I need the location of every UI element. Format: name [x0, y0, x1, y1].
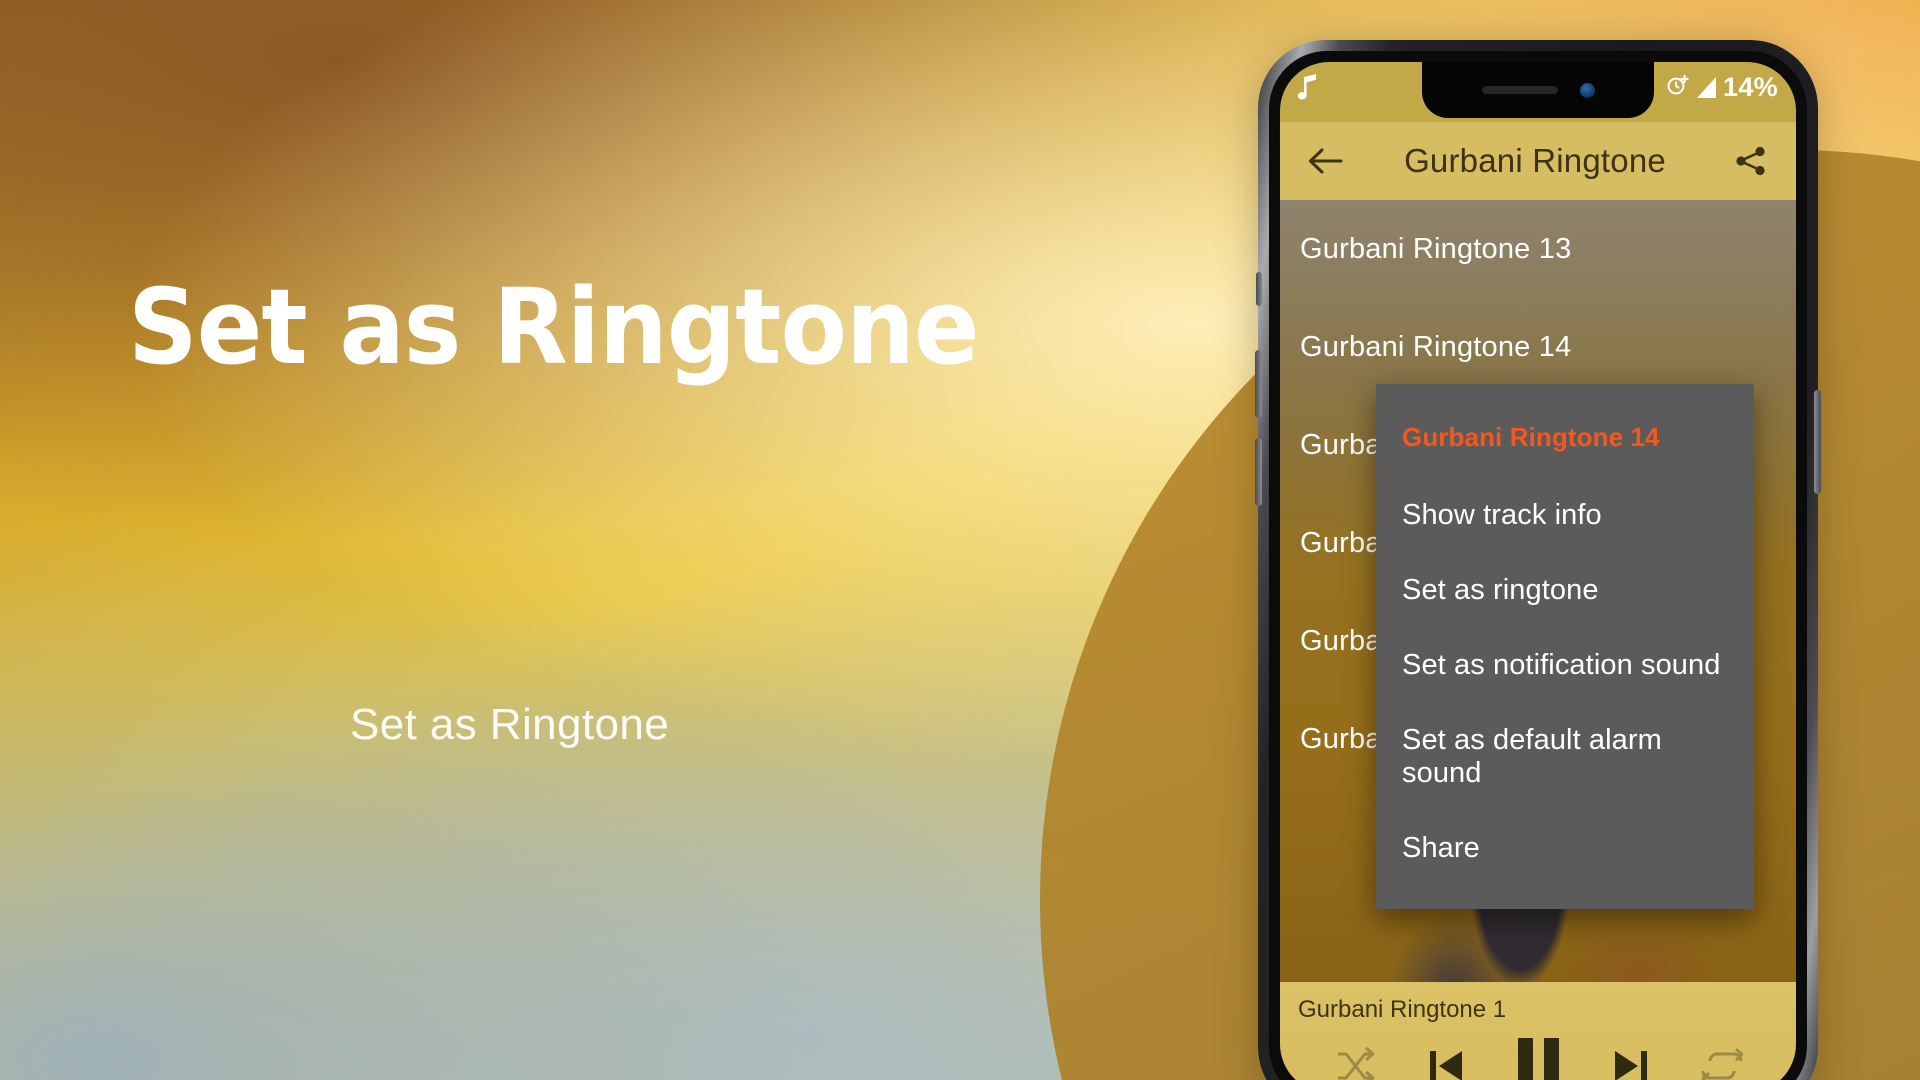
earpiece-speaker: [1481, 86, 1558, 94]
app-bar: Gurbani Ringtone: [1280, 122, 1796, 200]
front-camera: [1579, 82, 1595, 98]
phone-notch: [1422, 62, 1654, 118]
phone-screen: 14% Gurbani Ringtone Gurbani Ringtone 13…: [1280, 62, 1796, 1080]
phone-mockup: 14% Gurbani Ringtone Gurbani Ringtone 13…: [1255, 40, 1821, 1080]
shuffle-icon[interactable]: [1334, 1045, 1376, 1080]
volume-up-button[interactable]: [1255, 350, 1262, 418]
status-bar-right: 14%: [1666, 72, 1778, 103]
context-menu-item-set-as-notification-sound[interactable]: Set as notification sound: [1376, 629, 1754, 704]
promo-banner: Set as Ringtone Set as Ringtone 14% Gurb…: [0, 0, 1920, 1080]
context-menu-item-show-track-info[interactable]: Show track info: [1376, 479, 1754, 554]
skip-previous-icon[interactable]: [1424, 1043, 1470, 1080]
context-menu-title: Gurbani Ringtone 14: [1402, 422, 1660, 452]
track-list[interactable]: Gurbani Ringtone 13 Gurbani Ringtone 14 …: [1280, 200, 1796, 982]
context-menu-item-set-as-default-alarm-sound[interactable]: Set as default alarm sound: [1376, 704, 1754, 812]
battery-percentage: 14%: [1723, 72, 1778, 102]
volume-down-button[interactable]: [1255, 438, 1262, 506]
silent-switch[interactable]: [1256, 272, 1262, 306]
status-bar: 14%: [1280, 62, 1796, 122]
track-list-item[interactable]: Gurbani Ringtone 14: [1280, 298, 1796, 396]
share-icon[interactable]: [1728, 138, 1774, 184]
context-menu: Gurbani Ringtone 14 Show track info Set …: [1376, 384, 1754, 909]
player-bar: Gurbani Ringtone 1: [1280, 982, 1796, 1080]
player-controls: [1280, 1038, 1796, 1080]
skip-next-icon[interactable]: [1607, 1043, 1653, 1080]
track-label: Gurbani Ringtone 13: [1300, 232, 1572, 265]
track-list-item[interactable]: Gurbani Ringtone 13: [1280, 200, 1796, 298]
now-playing-title: Gurbani Ringtone 1: [1298, 996, 1507, 1023]
repeat-icon[interactable]: [1701, 1045, 1743, 1080]
music-note-icon: [1296, 74, 1318, 105]
pause-icon[interactable]: [1517, 1038, 1559, 1080]
context-menu-item-share[interactable]: Share: [1376, 812, 1754, 887]
page-title: Set as Ringtone: [128, 266, 980, 388]
page-subtitle: Set as Ringtone: [350, 700, 670, 749]
app-bar-title: Gurbani Ringtone: [1404, 142, 1666, 179]
context-menu-item-set-as-ringtone[interactable]: Set as ringtone: [1376, 554, 1754, 629]
signal-strength-icon: [1697, 77, 1717, 98]
track-label: Gurbani Ringtone 14: [1300, 330, 1572, 363]
alarm-plus-icon: [1666, 73, 1690, 102]
power-button[interactable]: [1814, 390, 1821, 494]
status-bar-left: [1296, 74, 1318, 105]
